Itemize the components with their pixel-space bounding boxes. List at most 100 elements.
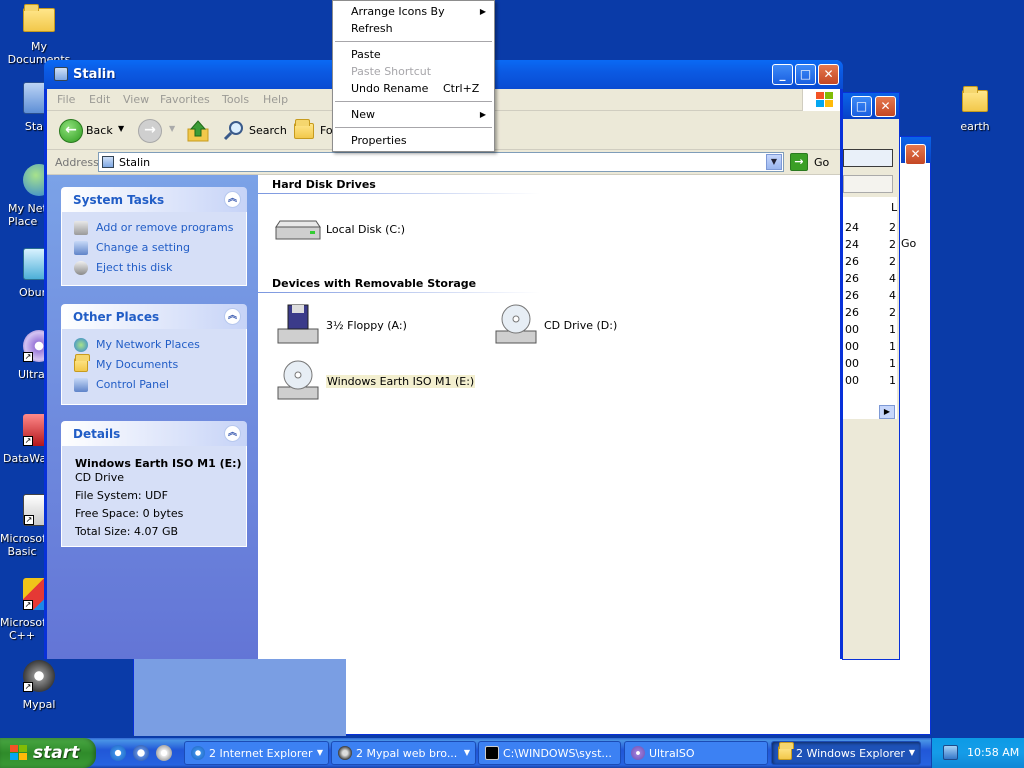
menu-edit[interactable]: Edit (89, 93, 110, 106)
list-row: 2 (889, 221, 896, 234)
taskbar-task-windows-explorer[interactable]: 2 Windows Explorer ▼ (771, 741, 921, 765)
taskbar-task-mypal[interactable]: 2 Mypal web bro... ▼ (331, 741, 476, 765)
place-label: My Network Places (96, 338, 200, 351)
menu-favorites[interactable]: Favorites (160, 93, 210, 106)
panel-header[interactable]: Details ︽ (61, 421, 247, 446)
forward-arrow-icon[interactable]: → (138, 119, 162, 143)
scroll-right-icon[interactable]: ▶ (879, 405, 895, 419)
desktop-icon-mypal[interactable]: ↗ Mypal (0, 660, 78, 715)
menu-item-refresh[interactable]: Refresh (351, 20, 393, 37)
network-icon (74, 338, 88, 352)
panel-title: Details (73, 427, 121, 441)
panel-body: My Network Places My Documents Control P… (61, 329, 247, 405)
task-label: Add or remove programs (96, 221, 234, 234)
details-filesystem: File System: UDF (75, 489, 168, 502)
start-label: start (33, 743, 80, 763)
details-panel: Details ︽ Windows Earth ISO M1 (E:) CD D… (61, 421, 247, 547)
place-label: Control Panel (96, 378, 169, 391)
menu-separator (335, 101, 492, 102)
panel-header[interactable]: Other Places ︽ (61, 304, 247, 329)
clock[interactable]: 10:58 AM (967, 746, 1019, 759)
collapse-chevron-icon[interactable]: ︽ (224, 425, 241, 442)
search-button[interactable]: Search (249, 124, 287, 137)
menu-item-paste[interactable]: Paste (351, 46, 381, 63)
taskbar-task-internet-explorer[interactable]: 2 Internet Explorer ▼ (184, 741, 329, 765)
search-icon[interactable] (223, 119, 245, 141)
shortcut-arrow-icon: ↗ (23, 436, 33, 446)
menu-item-new[interactable]: New (351, 106, 375, 123)
folders-button[interactable]: Fo (320, 124, 333, 137)
back-button[interactable]: Back (86, 124, 113, 137)
window-title: Stalin (73, 67, 116, 82)
menu-file[interactable]: File (57, 93, 75, 106)
drive-item-windows-earth-iso[interactable]: Windows Earth ISO M1 (E:) (274, 359, 476, 409)
background-field (843, 175, 893, 193)
group-divider (258, 193, 540, 194)
go-arrow-icon: → (790, 153, 808, 171)
drive-list-view[interactable]: Hard Disk Drives Local Disk (C:) Devices… (258, 175, 840, 659)
folder-up-icon[interactable] (186, 119, 210, 143)
list-row: 00 (845, 374, 859, 387)
background-go-label: Go (901, 237, 917, 250)
taskbar-task-ultraiso[interactable]: UltraISO (624, 741, 768, 765)
desktop-icon-label: earth (960, 120, 990, 133)
maximize-icon[interactable]: □ (795, 64, 816, 85)
desktop-icon-my-documents[interactable]: My Documents (0, 2, 78, 66)
collapse-chevron-icon[interactable]: ︽ (224, 191, 241, 208)
menu-help[interactable]: Help (263, 93, 288, 106)
mypal-icon[interactable] (133, 745, 149, 761)
list-row: 2 (889, 238, 896, 251)
list-row: 26 (845, 255, 859, 268)
desktop-icon-earth[interactable]: earth (935, 82, 1013, 137)
menu-separator (335, 127, 492, 128)
system-tasks-panel: System Tasks ︽ Add or remove programs Ch… (61, 187, 247, 286)
close-icon[interactable]: ✕ (875, 96, 896, 117)
collapse-chevron-icon[interactable]: ︽ (224, 308, 241, 325)
list-row: 4 (889, 272, 896, 285)
drive-window-icon (54, 67, 68, 81)
forward-dropdown-icon[interactable]: ▼ (169, 124, 175, 133)
maximize-icon[interactable]: □ (851, 96, 872, 117)
task-label: UltraISO (649, 747, 695, 760)
submenu-arrow-icon: ▶ (479, 7, 486, 16)
menu-item-paste-shortcut: Paste Shortcut (351, 65, 432, 78)
go-button[interactable]: → Go (790, 153, 836, 171)
menu-item-arrange-icons-by[interactable]: Arrange Icons By (351, 3, 445, 20)
menu-view[interactable]: View (123, 93, 149, 106)
chevron-down-icon: ▼ (463, 748, 470, 757)
taskbar-task-cmd[interactable]: C:\WINDOWS\syst... (478, 741, 621, 765)
folders-icon[interactable] (294, 119, 314, 139)
go-label: Go (814, 156, 830, 169)
minimize-icon[interactable]: _ (772, 64, 793, 85)
raccoon-icon (338, 746, 352, 760)
shortcut-arrow-icon: ↗ (24, 515, 34, 525)
list-row: 1 (889, 323, 896, 336)
close-icon[interactable]: ✕ (905, 144, 926, 165)
back-dropdown-icon[interactable]: ▼ (118, 124, 124, 133)
menu-item-properties[interactable]: Properties (351, 132, 407, 149)
drive-item-cd-drive[interactable]: CD Drive (D:) (492, 303, 652, 353)
start-button[interactable]: start (0, 738, 96, 768)
close-icon[interactable]: ✕ (818, 64, 839, 85)
chevron-down-icon: ▼ (908, 748, 915, 757)
back-arrow-icon[interactable]: ← (59, 119, 83, 143)
list-row: 1 (889, 374, 896, 387)
drive-item-local-disk[interactable]: Local Disk (C:) (274, 207, 434, 257)
internet-explorer-icon[interactable] (110, 745, 126, 761)
background-window-explorer[interactable]: □ ✕ L 24 2 24 2 26 2 26 4 26 4 26 2 00 1… (842, 92, 916, 660)
media-player-icon[interactable] (156, 745, 172, 761)
menu-tools[interactable]: Tools (222, 93, 249, 106)
panel-header[interactable]: System Tasks ︽ (61, 187, 247, 212)
chevron-down-icon[interactable]: ▼ (766, 154, 782, 170)
address-field[interactable]: Stalin ▼ (98, 152, 784, 172)
details-name: Windows Earth ISO M1 (E:) (75, 457, 242, 470)
list-row: 24 (845, 238, 859, 251)
taskbar: start 2 Internet Explorer ▼ 2 Mypal web … (0, 738, 1024, 768)
panel-title: Other Places (73, 310, 160, 324)
control-panel-icon (74, 378, 88, 392)
menu-shortcut: Ctrl+Z (443, 82, 480, 95)
menu-item-undo-rename[interactable]: Undo Rename (351, 80, 428, 97)
drive-item-floppy[interactable]: 3½ Floppy (A:) (274, 303, 434, 353)
cd-drive-icon (495, 304, 537, 344)
network-tray-icon[interactable] (943, 745, 958, 760)
